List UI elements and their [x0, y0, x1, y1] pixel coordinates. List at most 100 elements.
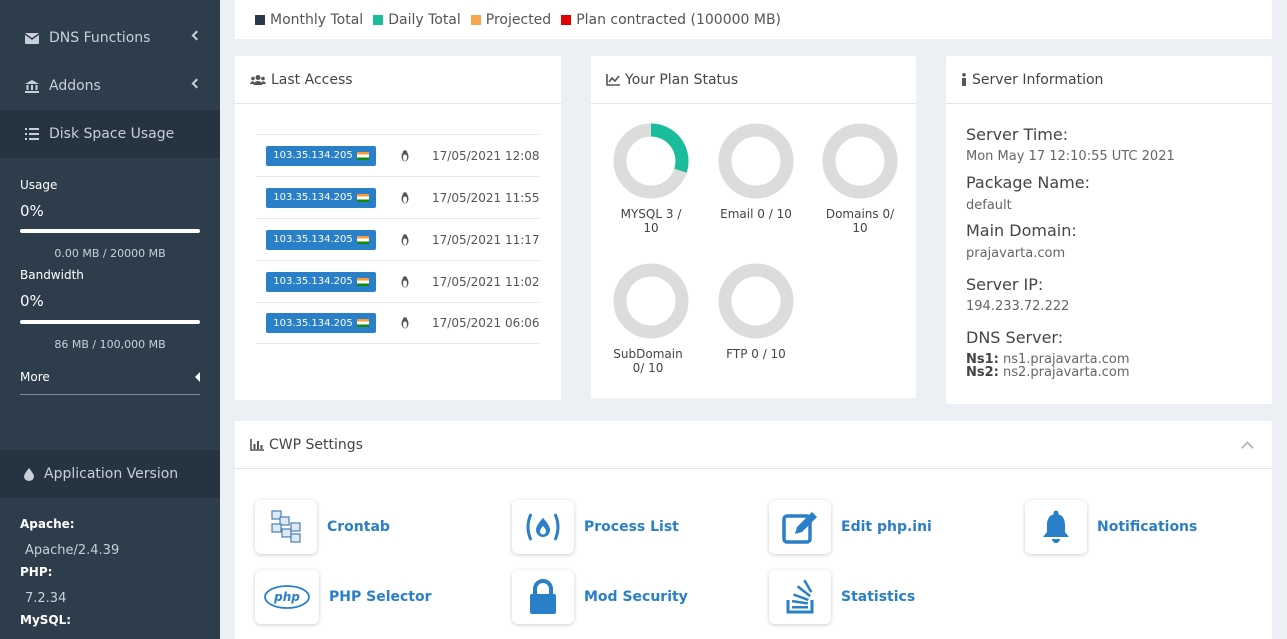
bandwidth-progress-bar — [20, 320, 200, 324]
cwp-item-label: Statistics — [841, 589, 916, 605]
main-domain-value: prajavarta.com — [966, 246, 1066, 261]
legend-swatch — [561, 14, 572, 25]
india-flag-icon — [356, 277, 369, 286]
more-toggle[interactable]: More — [20, 370, 200, 395]
linux-icon — [400, 191, 412, 204]
ip-button[interactable]: 103.35.134.205 — [266, 145, 376, 166]
cwp-item-label: Crontab — [327, 519, 390, 535]
panel-header: Last Access — [235, 56, 561, 104]
access-time: 17/05/2021 12:08 — [432, 148, 540, 163]
cwp-item-crontab[interactable]: Crontab — [255, 500, 390, 554]
legend-swatch — [255, 14, 265, 25]
legend-label: Plan contracted (100000 MB) — [576, 11, 782, 28]
access-row: 103.35.134.205 17/05/2021 11:55 — [256, 176, 540, 218]
package-name-value: default — [966, 198, 1012, 213]
statistics-icon — [769, 570, 831, 624]
cwp-settings-panel: CWP Settings Crontab Process List Edit p… — [235, 421, 1272, 639]
ip-text: 103.35.134.205 — [273, 317, 353, 329]
last-access-panel: Last Access 103.35.134.205 17/05/2021 12… — [235, 56, 561, 400]
ip-text: 103.35.134.205 — [273, 234, 353, 245]
ns2-label: Ns2: — [966, 365, 999, 380]
ip-button[interactable]: 103.35.134.205 — [266, 271, 376, 292]
donut-label-line1: Domains 0/ — [825, 207, 895, 221]
cwp-item-process-list[interactable]: Process List — [512, 500, 679, 554]
process-list-icon — [512, 500, 574, 554]
ip-text: 103.35.134.205 — [273, 276, 353, 287]
cwp-item-statistics[interactable]: Statistics — [769, 570, 915, 624]
ns2-value: ns2.prajavarta.com — [1003, 365, 1130, 380]
bandwidth-legend: Monthly Total Daily Total Projected Plan… — [235, 0, 1272, 39]
donut-label-line1: MYSQL 3 / — [620, 207, 682, 221]
mysql-label: MySQL: — [20, 613, 72, 627]
sidebar-item-label: Addons — [49, 78, 101, 94]
sidebar-item-label: DNS Functions — [49, 30, 151, 46]
cwp-item-label: Edit php.ini — [841, 519, 932, 535]
server-time-value: Mon May 17 12:10:55 UTC 2021 — [966, 149, 1175, 164]
ip-text: 103.35.134.205 — [273, 192, 353, 203]
chevron-left-icon — [191, 30, 202, 41]
apache-value: Apache/2.4.39 — [25, 543, 120, 558]
sidebar-item-disk-space-usage[interactable]: Disk Space Usage — [0, 110, 220, 158]
access-time: 17/05/2021 11:02 — [432, 274, 540, 289]
donut-track — [718, 263, 794, 339]
cwp-item-edit-php-ini[interactable]: Edit php.ini — [769, 500, 932, 554]
ip-button[interactable]: 103.35.134.205 — [266, 313, 376, 333]
usage-percent: 0% — [20, 202, 44, 220]
india-flag-icon — [356, 193, 369, 202]
package-name-label: Package Name: — [966, 173, 1090, 192]
envelope-icon — [24, 31, 40, 45]
donut-subdomain — [613, 263, 689, 339]
access-row: 103.35.134.205 17/05/2021 06:06 — [256, 302, 540, 344]
donut-mysql — [613, 123, 689, 199]
svg-text:php: php — [273, 590, 300, 604]
donut-used-arc — [650, 123, 689, 173]
cwp-item-php-selector[interactable]: php PHP Selector — [255, 570, 432, 624]
ip-button[interactable]: 103.35.134.205 — [266, 187, 376, 208]
access-time: 17/05/2021 11:55 — [432, 190, 540, 205]
server-ip-value: 194.233.72.222 — [966, 299, 1070, 314]
cwp-item-label: PHP Selector — [329, 589, 432, 605]
sidebar-item-addons[interactable]: Addons — [0, 62, 220, 110]
bank-icon — [24, 79, 40, 93]
sidebar-item-dns-functions[interactable]: DNS Functions — [0, 14, 220, 62]
donut-track — [613, 263, 689, 339]
server-information-panel: Server Information Server Time: Mon May … — [946, 56, 1272, 404]
php-value: 7.2.34 — [25, 591, 67, 606]
cwp-item-label: Notifications — [1097, 519, 1198, 535]
info-icon — [961, 73, 967, 86]
donut-label: Domains 0/10 — [812, 207, 908, 235]
panel-header: Server Information — [946, 56, 1272, 104]
users-icon — [250, 74, 266, 86]
donut-track — [718, 123, 794, 199]
usage-progress-bar — [20, 229, 200, 233]
crontab-icon — [255, 500, 317, 554]
php-icon: php — [255, 570, 319, 624]
cwp-item-label: Mod Security — [584, 589, 688, 605]
access-row: 103.35.134.205 17/05/2021 11:02 — [256, 260, 540, 302]
cwp-item-mod-security[interactable]: Mod Security — [512, 570, 688, 624]
ns2-row: Ns2: ns2.prajavarta.com — [966, 366, 1130, 379]
donut-label: MYSQL 3 /10 — [603, 207, 699, 235]
legend-label: Projected — [485, 11, 552, 28]
more-label: More — [20, 370, 50, 384]
plan-status-title: Your Plan Status — [625, 71, 739, 88]
ip-button[interactable]: 103.35.134.205 — [266, 229, 376, 250]
server-ip-label: Server IP: — [966, 275, 1044, 294]
access-row: 103.35.134.205 17/05/2021 12:08 — [256, 134, 540, 176]
cwp-settings-title: CWP Settings — [269, 436, 363, 453]
cwp-item-notifications[interactable]: Notifications — [1025, 500, 1197, 554]
legend-swatch — [373, 14, 384, 25]
donut-label-line1: FTP 0 / 10 — [726, 347, 786, 361]
application-version-header: Application Version — [0, 450, 220, 498]
sidebar-item-label: Disk Space Usage — [49, 126, 175, 142]
edit-icon — [769, 500, 831, 554]
access-row: 103.35.134.205 17/05/2021 11:17 — [256, 218, 540, 260]
linux-icon — [400, 233, 412, 246]
legend-item: Plan contracted (100000 MB) — [561, 12, 781, 28]
last-access-title: Last Access — [271, 71, 353, 88]
bandwidth-value: 86 MB / 100,000 MB — [54, 338, 166, 351]
sidebar: DNS Functions Addons Disk Space Usage Us… — [0, 0, 220, 639]
server-information-title: Server Information — [972, 71, 1104, 88]
main-domain-label: Main Domain: — [966, 221, 1077, 240]
donut-label-line2: 10 — [852, 221, 868, 235]
